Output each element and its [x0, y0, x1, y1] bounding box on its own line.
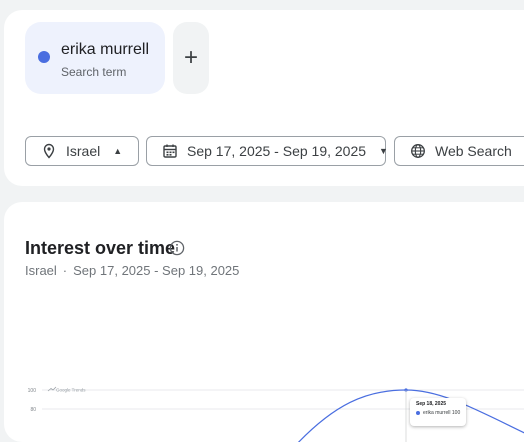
search-term-type: Search term: [61, 65, 127, 79]
search-term-chip[interactable]: erika murrell Search term: [25, 22, 165, 94]
calendar-icon: [162, 143, 178, 159]
caret-down-icon: ▼: [379, 146, 388, 156]
tooltip-series-dot: [416, 411, 420, 415]
search-property-label: Web Search: [435, 143, 512, 159]
y-tick-label: 100: [28, 388, 37, 394]
location-pin-icon: [41, 143, 57, 159]
date-range-label: Sep 17, 2025 - Sep 19, 2025: [187, 143, 367, 159]
search-property-filter[interactable]: Web Search ▲: [394, 136, 524, 166]
search-terms-card: erika murrell Search term + Israel ▲ Sep…: [4, 10, 524, 186]
google-trends-watermark: Google Trends: [56, 388, 86, 393]
globe-icon: [410, 143, 426, 159]
subtitle-location: Israel: [25, 263, 57, 278]
date-range-filter[interactable]: Sep 17, 2025 - Sep 19, 2025 ▼: [146, 136, 388, 166]
series-color-dot: [38, 51, 50, 63]
subtitle-dates: Sep 17, 2025 - Sep 19, 2025: [73, 263, 240, 278]
chart-tooltip: Sep 18, 2025 erika murrell 100: [410, 398, 466, 426]
interest-over-time-card: Interest over time Israel · Sep 17, 2025 -…: [4, 202, 524, 442]
section-subtitle: Israel · Sep 17, 2025 - Sep 19, 2025: [25, 263, 239, 278]
info-icon[interactable]: [169, 240, 185, 256]
plus-icon: +: [183, 44, 198, 71]
section-title: Interest over time: [25, 238, 176, 258]
subtitle-separator: ·: [62, 263, 68, 278]
tooltip-date: Sep 18, 2025: [416, 401, 447, 407]
search-term-name: erika murrell: [61, 41, 150, 58]
y-tick-label: 80: [30, 407, 36, 413]
caret-up-icon: ▲: [113, 146, 123, 156]
tooltip-value: erika murrell 100: [423, 410, 461, 416]
location-filter-label: Israel: [66, 143, 101, 159]
location-filter[interactable]: Israel ▲: [25, 136, 139, 166]
add-comparison-button[interactable]: +: [173, 22, 209, 94]
series-line: [298, 389, 524, 442]
